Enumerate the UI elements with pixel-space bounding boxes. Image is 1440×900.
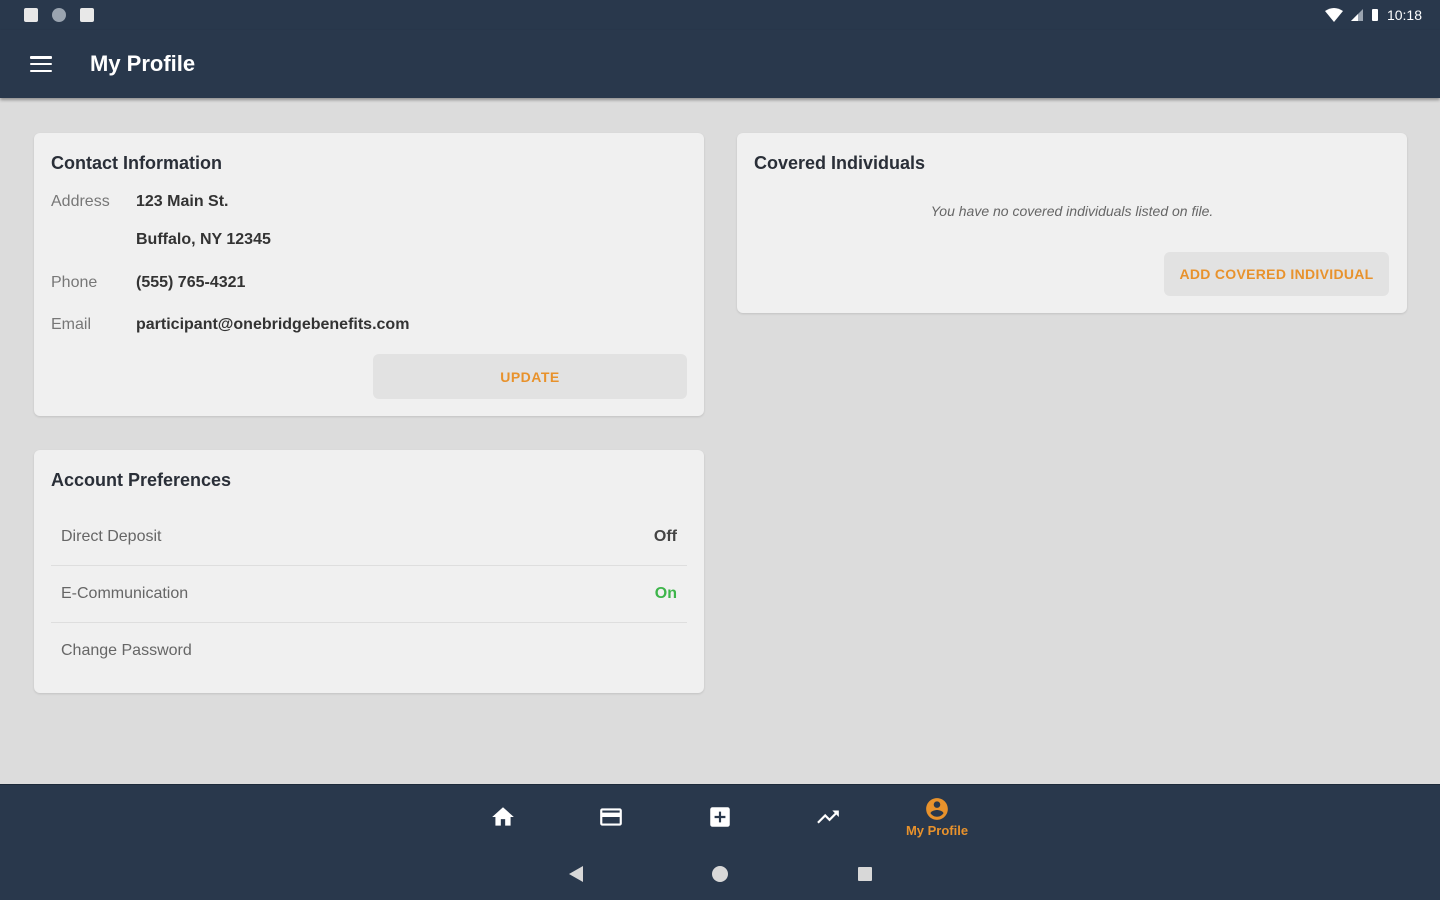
email-value: participant@onebridgebenefits.com bbox=[136, 316, 410, 333]
recents-square-icon bbox=[858, 867, 872, 881]
contact-card-title: Contact Information bbox=[51, 153, 222, 173]
battery-icon bbox=[1371, 9, 1378, 21]
empty-state-message: You have no covered individuals listed o… bbox=[930, 203, 1214, 219]
nav-home[interactable] bbox=[463, 785, 543, 849]
address-line2: Buffalo, NY 12345 bbox=[136, 231, 271, 248]
email-row: Email participant@onebridgebenefits.com bbox=[51, 316, 409, 334]
pref-label: E-Communication bbox=[61, 585, 189, 602]
pref-label: Direct Deposit bbox=[61, 527, 162, 545]
card-icon bbox=[600, 808, 622, 826]
nav-card[interactable] bbox=[571, 785, 651, 849]
recents-button[interactable] bbox=[853, 862, 877, 886]
signal-icon bbox=[1350, 9, 1363, 21]
address-label: Address bbox=[51, 193, 110, 210]
pref-direct-deposit[interactable]: Direct Deposit Off bbox=[51, 508, 687, 565]
home-button[interactable] bbox=[708, 862, 732, 886]
pref-value: On bbox=[654, 585, 677, 602]
sd-card-icon bbox=[80, 8, 94, 22]
covered-card-title: Covered Individuals bbox=[754, 153, 926, 173]
phone-row: Phone (555) 765-4321 bbox=[51, 274, 245, 292]
pref-value: Off bbox=[653, 527, 677, 545]
trending-icon bbox=[817, 810, 839, 824]
home-circle-icon bbox=[712, 866, 728, 882]
address-line1: 123 Main St. bbox=[136, 193, 229, 210]
system-navigation-bar bbox=[0, 848, 1440, 900]
covered-individuals-card: Covered Individuals You have no covered … bbox=[737, 133, 1407, 313]
address-row: Address 123 Main St. bbox=[51, 193, 228, 211]
medical-plus-icon bbox=[710, 807, 730, 827]
notification-icon bbox=[24, 8, 38, 22]
account-preferences-card: Account Preferences Direct Deposit Off E… bbox=[34, 450, 704, 693]
pref-e-communication[interactable]: E-Communication On bbox=[51, 565, 687, 622]
wifi-icon bbox=[1324, 8, 1343, 22]
phone-label: Phone bbox=[51, 274, 98, 291]
nav-label: My Profile bbox=[905, 823, 969, 838]
home-icon bbox=[492, 807, 514, 826]
sync-icon bbox=[52, 8, 66, 22]
address-row-2: Buffalo, NY 12345 bbox=[51, 231, 271, 249]
app-bar: My Profile bbox=[0, 30, 1440, 98]
preferences-card-title: Account Preferences bbox=[51, 470, 232, 490]
nav-claims[interactable] bbox=[680, 785, 760, 849]
clock: 10:18 bbox=[1386, 7, 1422, 23]
phone-value: (555) 765-4321 bbox=[136, 274, 246, 291]
email-label: Email bbox=[51, 316, 92, 333]
page-title: My Profile bbox=[90, 51, 196, 76]
nav-my-profile[interactable]: My Profile bbox=[897, 785, 977, 849]
nav-trends[interactable] bbox=[788, 785, 868, 849]
hamburger-menu-icon[interactable] bbox=[30, 56, 52, 72]
notification-icons bbox=[24, 8, 94, 22]
preferences-list: Direct Deposit Off E-Communication On Ch… bbox=[51, 508, 687, 679]
pref-label: Change Password bbox=[61, 642, 192, 659]
add-covered-individual-button[interactable]: ADD COVERED INDIVIDUAL bbox=[1164, 252, 1389, 296]
system-indicators: 10:18 bbox=[1324, 7, 1422, 23]
back-triangle-icon bbox=[569, 866, 583, 882]
pref-change-password[interactable]: Change Password bbox=[51, 622, 687, 679]
bottom-navigation: My Profile bbox=[0, 784, 1440, 848]
contact-information-card: Contact Information Address 123 Main St.… bbox=[34, 133, 704, 416]
account-circle-icon bbox=[926, 798, 948, 820]
back-button[interactable] bbox=[564, 862, 588, 886]
update-button[interactable]: UPDATE bbox=[373, 354, 687, 399]
status-bar: 10:18 bbox=[0, 0, 1440, 30]
